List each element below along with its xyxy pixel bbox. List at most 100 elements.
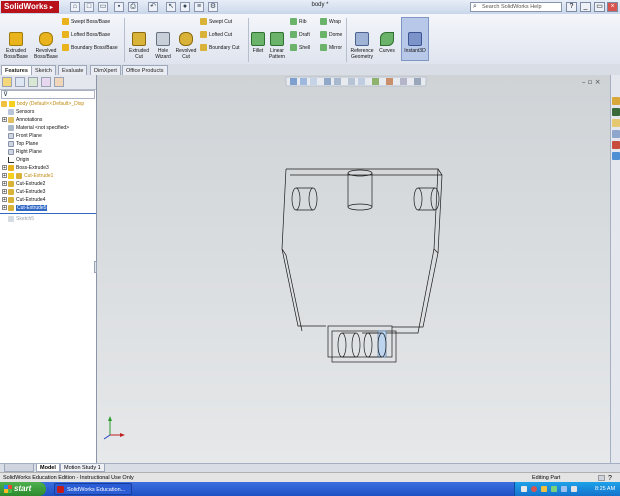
hole-wizard-button[interactable]: Hole Wizard [152, 16, 174, 60]
swept-cut-label: Swept Cut [209, 18, 233, 25]
lofted-boss-button[interactable]: Lofted Boss/Base [62, 31, 110, 38]
home-icon[interactable]: ⌂ [70, 2, 80, 12]
tree-item-cut-extrude2[interactable]: + Cut-Extrude2 [2, 180, 45, 188]
new-document-icon[interactable]: □ [84, 2, 94, 12]
tree-item-cut-extrude3[interactable]: + Cut-Extrude3 [2, 188, 45, 196]
tab-features[interactable]: Features [1, 65, 32, 75]
file-explorer-icon[interactable] [612, 119, 620, 127]
security-icon[interactable] [531, 486, 537, 492]
tab-sketch[interactable]: Sketch [31, 65, 56, 75]
tree-item-sketch5[interactable]: Sketch5 [8, 215, 34, 223]
tree-item-cut-extrude1[interactable]: + Cut-Extrude1 [2, 172, 53, 180]
tree-filter-input[interactable]: ⊽ [1, 90, 95, 99]
tree-item-boss-extrude3[interactable]: + Boss-Extrude3 [2, 164, 49, 172]
solidworks-menu-button[interactable]: SolidWorks ▸ [1, 1, 59, 13]
options-icon[interactable]: ⚙ [208, 2, 218, 12]
tree-item-label: Cut-Extrude4 [16, 197, 46, 203]
part-wireframe[interactable] [281, 168, 443, 363]
property-manager-tab-icon[interactable] [15, 77, 25, 87]
heads-up-toolbar[interactable] [285, 76, 427, 87]
tree-item-material[interactable]: Material <not specified> [8, 124, 69, 132]
extruded-boss-button[interactable]: Extruded Boss/Base [2, 16, 30, 60]
tree-root[interactable]: body (Default<<Default>_Disp [1, 100, 84, 108]
tree-item-front-plane[interactable]: Front Plane [8, 132, 42, 140]
linear-pattern-button[interactable]: Linear Pattern [266, 16, 288, 60]
tree-item-sensors[interactable]: Sensors [8, 108, 34, 116]
curves-button[interactable]: Curves [376, 16, 398, 54]
swept-cut-button[interactable]: Swept Cut [200, 18, 232, 25]
dimxpert-manager-tab-icon[interactable] [41, 77, 51, 87]
view-palette-icon[interactable] [612, 130, 620, 138]
rebuild-icon[interactable]: ● [180, 2, 190, 12]
close-icon[interactable]: × [607, 2, 618, 12]
tree-item-cut-extrude5[interactable]: + Cut-Extrude5 [2, 204, 48, 212]
undo-icon[interactable]: ↶ [148, 2, 158, 12]
open-folder-icon[interactable]: ▭ [98, 2, 108, 12]
reference-geometry-button[interactable]: Reference Geometry [348, 16, 376, 60]
taskbar-item-solidworks[interactable]: SolidWorks Education... [54, 483, 132, 495]
expand-icon[interactable]: + [2, 117, 7, 123]
tab-scroll-controls[interactable] [4, 464, 34, 472]
print-icon[interactable]: ⎙ [128, 2, 138, 12]
display-manager-tab-icon[interactable] [54, 77, 64, 87]
custom-properties-icon[interactable] [612, 152, 620, 160]
save-icon[interactable]: ▪ [114, 2, 124, 12]
appearances-icon[interactable] [612, 141, 620, 149]
design-library-icon[interactable] [612, 108, 620, 116]
expand-icon[interactable]: + [2, 181, 7, 187]
expand-icon[interactable]: + [2, 173, 7, 179]
solidworks-resources-icon[interactable] [612, 97, 620, 105]
fillet-button[interactable]: Fillet [250, 16, 266, 54]
window-controls[interactable]: – ▫ × [582, 78, 601, 86]
minimize-icon[interactable]: _ [580, 2, 591, 12]
panel-collapse-handle[interactable] [94, 261, 97, 273]
tab-dimxpert[interactable]: DimXpert [90, 65, 121, 75]
feature-manager-tab-icon[interactable] [2, 77, 12, 87]
file-properties-icon[interactable]: ≡ [194, 2, 204, 12]
rib-button[interactable]: Rib [290, 18, 307, 25]
revolved-cut-button[interactable]: Revolved Cut [174, 16, 198, 60]
clock[interactable]: 8:25 AM [595, 482, 615, 496]
help-search-input[interactable]: ⌕ Search SolidWorks Help [470, 2, 562, 12]
tree-item-annotations[interactable]: + Annotations [2, 116, 42, 124]
graphics-area[interactable]: – ▫ × [96, 75, 610, 463]
volume-icon[interactable] [541, 486, 547, 492]
instant3d-button[interactable]: Instant3D [401, 17, 429, 61]
swept-boss-button[interactable]: Swept Boss/Base [62, 18, 110, 25]
start-button[interactable]: start [0, 482, 46, 496]
tree-item-top-plane[interactable]: Top Plane [8, 140, 38, 148]
configuration-manager-tab-icon[interactable] [28, 77, 38, 87]
wrap-button[interactable]: Wrap [320, 18, 341, 25]
tree-item-origin[interactable]: Origin [8, 156, 29, 164]
draft-button[interactable]: Draft [290, 31, 310, 38]
network-icon[interactable] [521, 486, 527, 492]
boundary-boss-button[interactable]: Boundary Boss/Base [62, 44, 118, 51]
boundary-cut-button[interactable]: Boundary Cut [200, 44, 240, 51]
tree-item-right-plane[interactable]: Right Plane [8, 148, 42, 156]
rollback-bar[interactable] [0, 213, 96, 214]
status-units-icon[interactable] [598, 475, 605, 481]
tab-office-products[interactable]: Office Products [122, 65, 168, 75]
expand-icon[interactable]: + [2, 197, 7, 203]
tray-app-icon[interactable] [551, 486, 557, 492]
swept-boss-icon [62, 18, 69, 25]
tab-evaluate[interactable]: Evaluate [58, 65, 88, 75]
restore-icon[interactable]: ▭ [594, 2, 605, 12]
help-icon[interactable]: ? [566, 2, 577, 12]
mirror-button[interactable]: Mirror [320, 44, 342, 51]
tray-app-icon[interactable] [561, 486, 567, 492]
lofted-cut-button[interactable]: Lofted Cut [200, 31, 232, 38]
shell-button[interactable]: Shell [290, 44, 310, 51]
revolved-boss-button[interactable]: Revolved Boss/Base [32, 16, 60, 60]
tab-motion-study-1[interactable]: Motion Study 1 [60, 464, 105, 472]
select-icon[interactable]: ↖ [166, 2, 176, 12]
expand-icon[interactable]: + [2, 189, 7, 195]
tree-item-label: Sketch5 [16, 216, 35, 222]
tray-app-icon[interactable] [571, 486, 577, 492]
tab-model[interactable]: Model [36, 464, 60, 472]
extruded-cut-button[interactable]: Extruded Cut [126, 16, 152, 60]
tree-item-cut-extrude4[interactable]: + Cut-Extrude4 [2, 196, 45, 204]
expand-icon[interactable]: + [2, 205, 7, 211]
dome-button[interactable]: Dome [320, 31, 342, 38]
expand-icon[interactable]: + [2, 165, 7, 171]
